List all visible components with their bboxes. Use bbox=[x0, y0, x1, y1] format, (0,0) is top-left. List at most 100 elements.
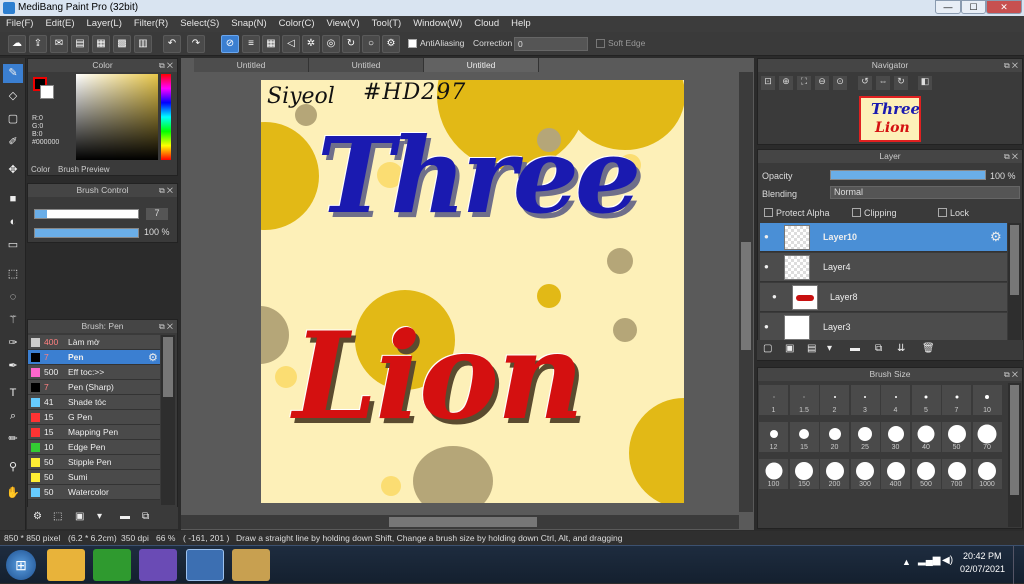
undo-icon[interactable]: ↶ bbox=[163, 35, 181, 53]
game-app-icon[interactable] bbox=[139, 549, 177, 581]
snap-parallel-icon[interactable]: ≡ bbox=[242, 35, 260, 53]
brush-list-item[interactable]: 7 Pen ⚙ bbox=[28, 350, 160, 365]
brush-size-option[interactable]: 700 bbox=[942, 459, 971, 489]
fit-window-icon[interactable]: ⛶ bbox=[797, 76, 811, 90]
snap-settings-icon[interactable]: ⚙ bbox=[382, 35, 400, 53]
hand-tool-icon[interactable]: ✋ bbox=[3, 484, 23, 503]
brush-size-option[interactable]: 70 bbox=[972, 422, 1002, 452]
snap-curve-icon[interactable]: ↻ bbox=[342, 35, 360, 53]
magic-wand-icon[interactable]: ⚚ bbox=[3, 311, 23, 330]
close-button[interactable]: ✕ bbox=[986, 0, 1022, 14]
brush-tool-icon[interactable]: ✎ bbox=[3, 64, 23, 83]
tab-untitled-1[interactable]: Untitled bbox=[194, 58, 309, 72]
select-pen-icon[interactable]: ✑ bbox=[3, 334, 23, 353]
brush-list-item[interactable]: 10 Edge Pen bbox=[28, 440, 160, 455]
duplicate-icon[interactable]: ⧉ bbox=[142, 511, 149, 522]
bucket-icon[interactable]: ◐ bbox=[3, 213, 23, 232]
document-icon[interactable]: ▦ bbox=[92, 35, 110, 53]
layer-row[interactable]: ● Layer10 ⚙ bbox=[760, 223, 1007, 252]
minimize-button[interactable]: — bbox=[935, 0, 961, 14]
lasso-icon[interactable]: ◌ bbox=[3, 288, 23, 307]
flip-icon[interactable]: ⇔ bbox=[876, 76, 890, 90]
dropper-icon[interactable]: ⚲ bbox=[3, 458, 23, 477]
brush-list-item[interactable]: 7 Pen (Sharp) bbox=[28, 380, 160, 395]
divide-tool-icon[interactable]: ⌕ bbox=[3, 407, 23, 426]
eraser-tool-icon[interactable]: ◇ bbox=[3, 87, 23, 106]
visibility-eye-icon[interactable]: ● bbox=[764, 232, 769, 241]
tab-untitled-3[interactable]: Untitled bbox=[424, 58, 539, 72]
menu-color[interactable]: Color(C) bbox=[273, 16, 321, 32]
saturation-picker[interactable] bbox=[76, 74, 158, 160]
brush-list-item[interactable]: 50 Sumi bbox=[28, 470, 160, 485]
gear-icon[interactable]: ⚙ bbox=[148, 351, 158, 364]
zoom-fit-icon[interactable]: ⊡ bbox=[761, 76, 775, 90]
folder-icon[interactable]: ▬ bbox=[120, 511, 130, 522]
brush-size-scrollbar[interactable] bbox=[1008, 383, 1021, 527]
close-icon[interactable]: ⧉ ✕ bbox=[159, 59, 173, 72]
layer-row[interactable]: ● Layer8 bbox=[760, 283, 1007, 312]
share-icon[interactable]: ⇪ bbox=[29, 35, 47, 53]
brush-size-option[interactable]: 25 bbox=[850, 422, 880, 452]
snap-concentric-icon[interactable]: ◎ bbox=[322, 35, 340, 53]
page-icon[interactable]: ▤ bbox=[71, 35, 89, 53]
brush-size-option[interactable]: 50 bbox=[942, 422, 971, 452]
duplicate-layer-icon[interactable]: ⧉ bbox=[875, 343, 882, 354]
blending-select[interactable]: Normal bbox=[830, 186, 1020, 199]
cloud-icon[interactable]: ☁ bbox=[8, 35, 26, 53]
text-tool-icon[interactable]: T bbox=[3, 384, 23, 403]
show-desktop-button[interactable] bbox=[1013, 546, 1024, 584]
brush-add-icon[interactable]: ⚙ bbox=[33, 511, 42, 522]
brush-menu-icon[interactable]: ▾ bbox=[97, 511, 102, 522]
brush-list-item[interactable]: 41 Shade tóc bbox=[28, 395, 160, 410]
clock-time[interactable]: 20:42 PM bbox=[963, 551, 1002, 561]
folder-icon[interactable]: ▬ bbox=[850, 343, 860, 354]
brush-size-option[interactable]: 400 bbox=[881, 459, 910, 489]
protect-alpha-checkbox[interactable] bbox=[764, 208, 773, 217]
menu-layer[interactable]: Layer(L) bbox=[81, 16, 128, 32]
brush-list-item[interactable]: 15 Mapping Pen bbox=[28, 425, 160, 440]
brush-size-option[interactable]: 150 bbox=[789, 459, 819, 489]
close-icon[interactable]: ⧉ ✕ bbox=[159, 320, 173, 333]
zoom-in-icon[interactable]: ⊕ bbox=[779, 76, 793, 90]
brush-size-option[interactable]: 3 bbox=[850, 385, 880, 415]
layer-row[interactable]: ● Layer4 bbox=[760, 253, 1007, 282]
clock-date[interactable]: 02/07/2021 bbox=[960, 564, 1005, 574]
tab-untitled-2[interactable]: Untitled bbox=[309, 58, 424, 72]
soft-edge-checkbox[interactable] bbox=[596, 39, 605, 48]
snap-vanishing-icon[interactable]: ◁ bbox=[282, 35, 300, 53]
brush-size-option[interactable]: 40 bbox=[911, 422, 941, 452]
network-icon[interactable]: ▂▄▆ bbox=[918, 555, 940, 566]
gear-icon[interactable]: ⚙ bbox=[990, 229, 1002, 245]
layer-scrollbar[interactable] bbox=[1008, 223, 1021, 340]
menu-edit[interactable]: Edit(E) bbox=[39, 16, 80, 32]
snap-cross-icon[interactable]: ▦ bbox=[262, 35, 280, 53]
menu-snap[interactable]: Snap(N) bbox=[225, 16, 272, 32]
brush-size-option[interactable]: 10 bbox=[972, 385, 1002, 415]
redo-icon[interactable]: ↷ bbox=[187, 35, 205, 53]
maximize-button[interactable]: ☐ bbox=[961, 0, 986, 14]
brush-list-item[interactable]: 50 Watercolor bbox=[28, 485, 160, 500]
dot-tool-icon[interactable]: ✐ bbox=[3, 133, 23, 152]
menu-tool[interactable]: Tool(T) bbox=[366, 16, 408, 32]
brush-size-option[interactable]: 300 bbox=[850, 459, 880, 489]
hue-slider[interactable] bbox=[161, 74, 171, 160]
brush-list-item[interactable]: 15 G Pen bbox=[28, 410, 160, 425]
brush-list-item[interactable]: 400 Làm mờ bbox=[28, 335, 160, 350]
rotate-left-icon[interactable]: ↺ bbox=[858, 76, 872, 90]
rotate-right-icon[interactable]: ↻ bbox=[894, 76, 908, 90]
horizontal-scrollbar[interactable] bbox=[181, 515, 739, 529]
close-icon[interactable]: ⧉ ✕ bbox=[159, 184, 173, 197]
zoom-out-icon[interactable]: ⊖ bbox=[815, 76, 829, 90]
tab-brush-preview[interactable]: Brush Preview bbox=[58, 165, 110, 174]
menu-select[interactable]: Select(S) bbox=[174, 16, 225, 32]
brush-size-option[interactable]: 15 bbox=[789, 422, 819, 452]
close-icon[interactable]: ⧉ ✕ bbox=[1004, 150, 1018, 163]
layer-opacity-slider[interactable] bbox=[830, 170, 986, 180]
menu-window[interactable]: Window(W) bbox=[407, 16, 468, 32]
menu-filter[interactable]: Filter(R) bbox=[128, 16, 174, 32]
chrome-icon[interactable] bbox=[93, 549, 131, 581]
tab-color[interactable]: Color bbox=[31, 165, 50, 174]
brush-size-option[interactable]: 4 bbox=[881, 385, 910, 415]
brush-list-item[interactable]: 50 Stipple Pen bbox=[28, 455, 160, 470]
brush-list-item[interactable]: 500 Eff toc:>> bbox=[28, 365, 160, 380]
